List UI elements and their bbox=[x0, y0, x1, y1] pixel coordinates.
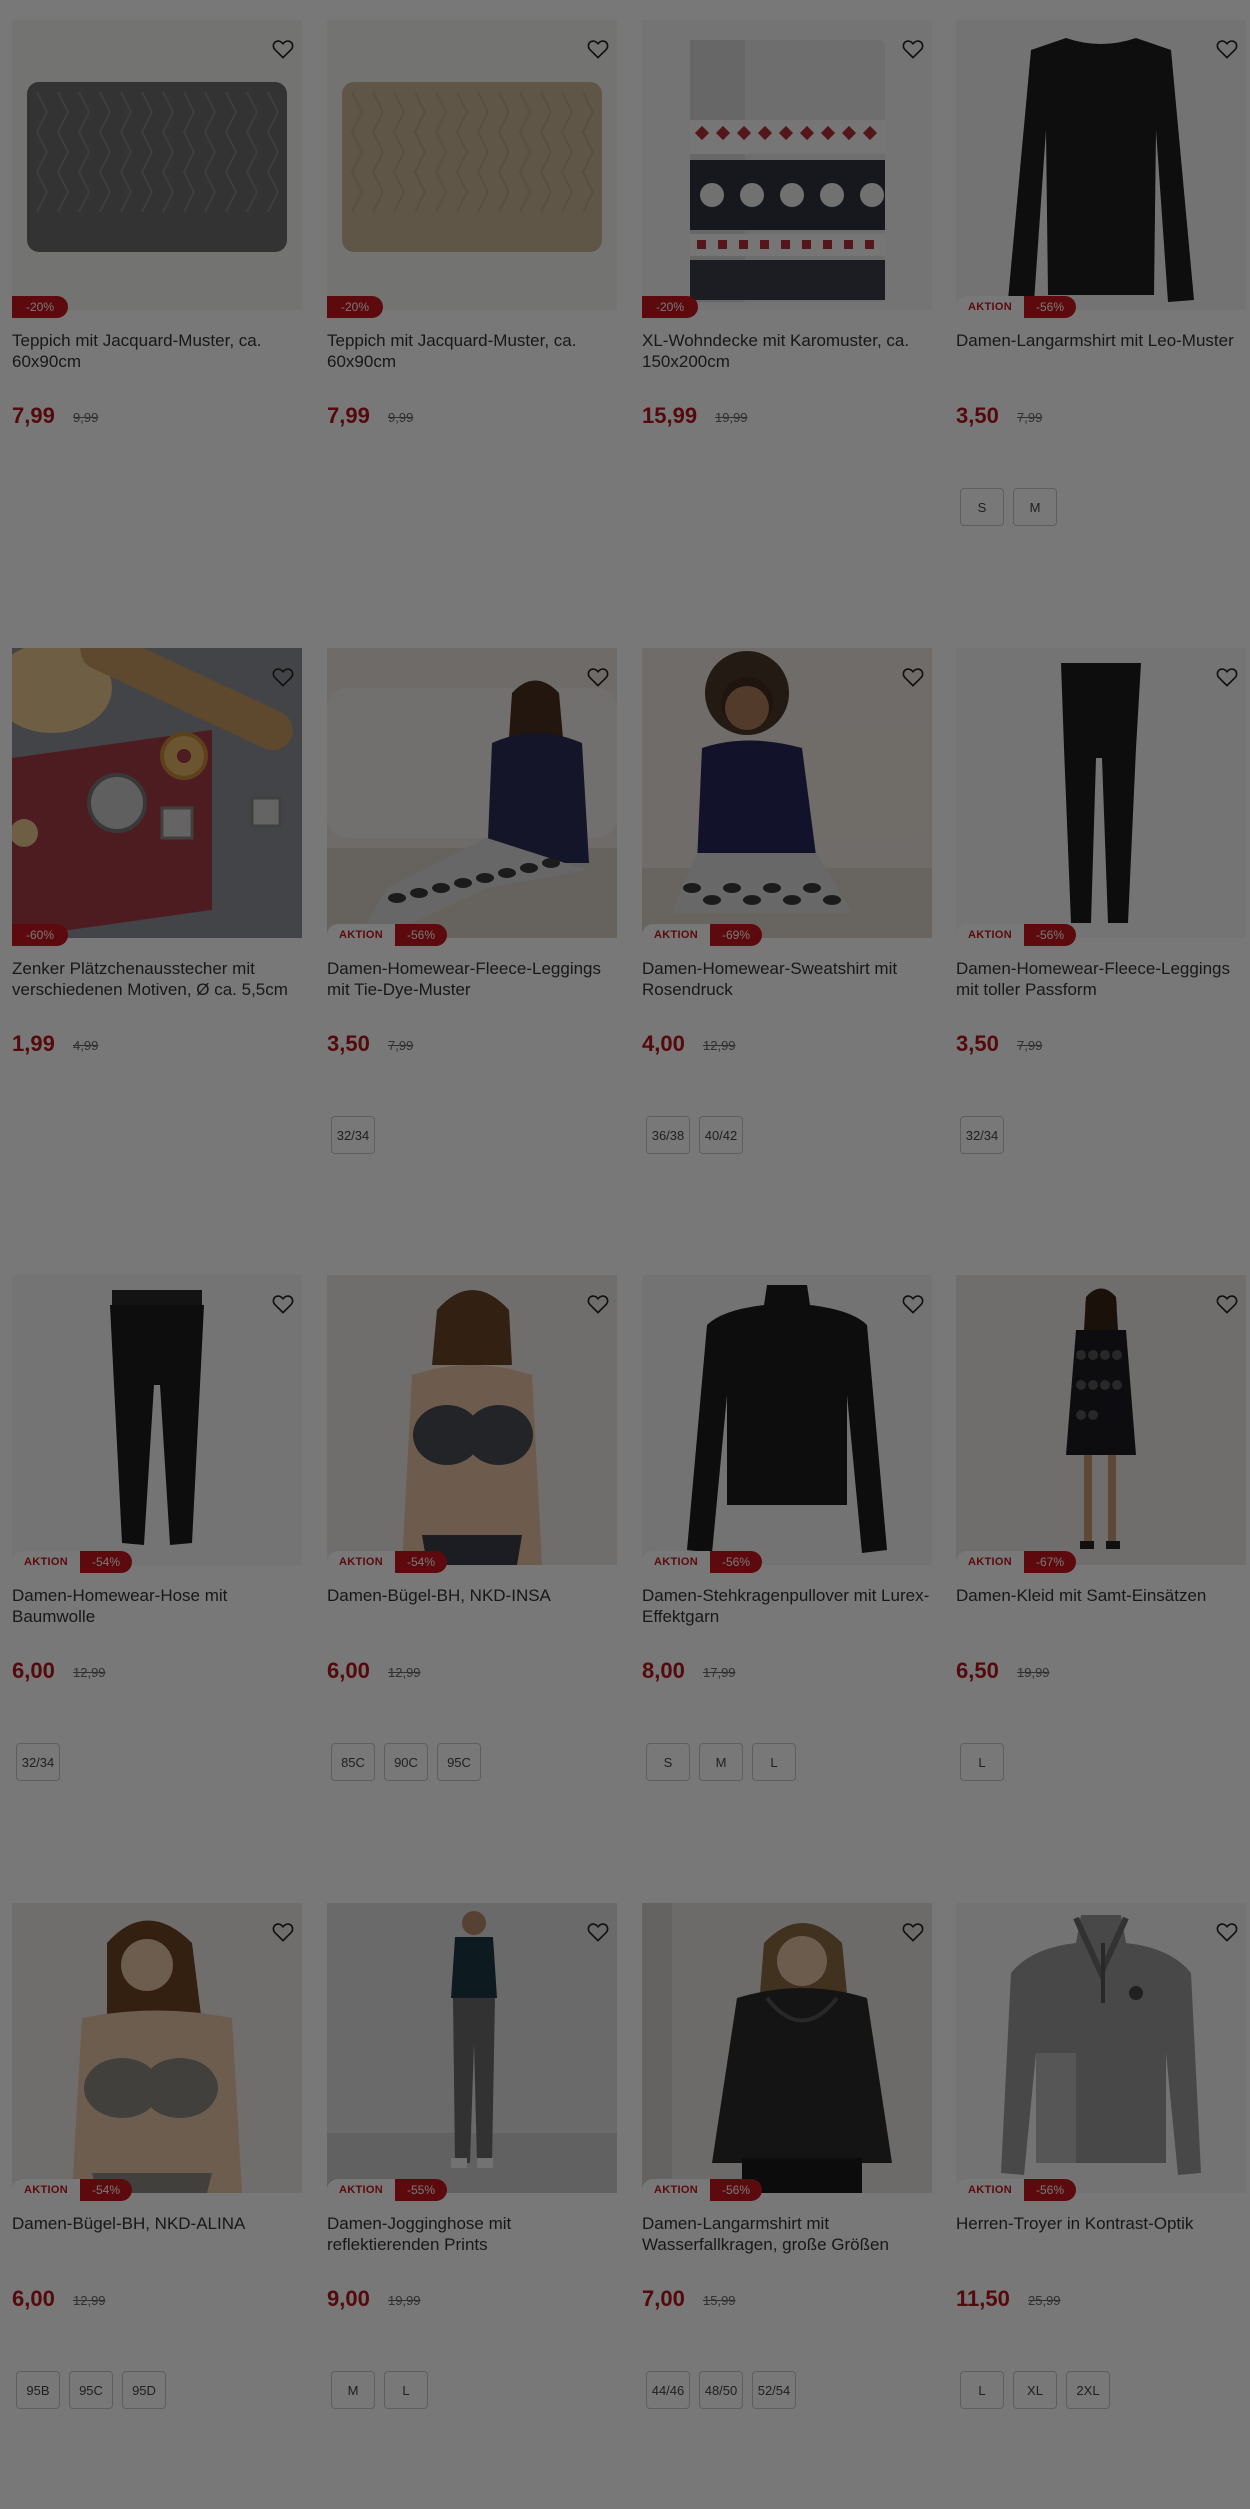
modal-backdrop-overlay[interactable] bbox=[0, 0, 1250, 2509]
